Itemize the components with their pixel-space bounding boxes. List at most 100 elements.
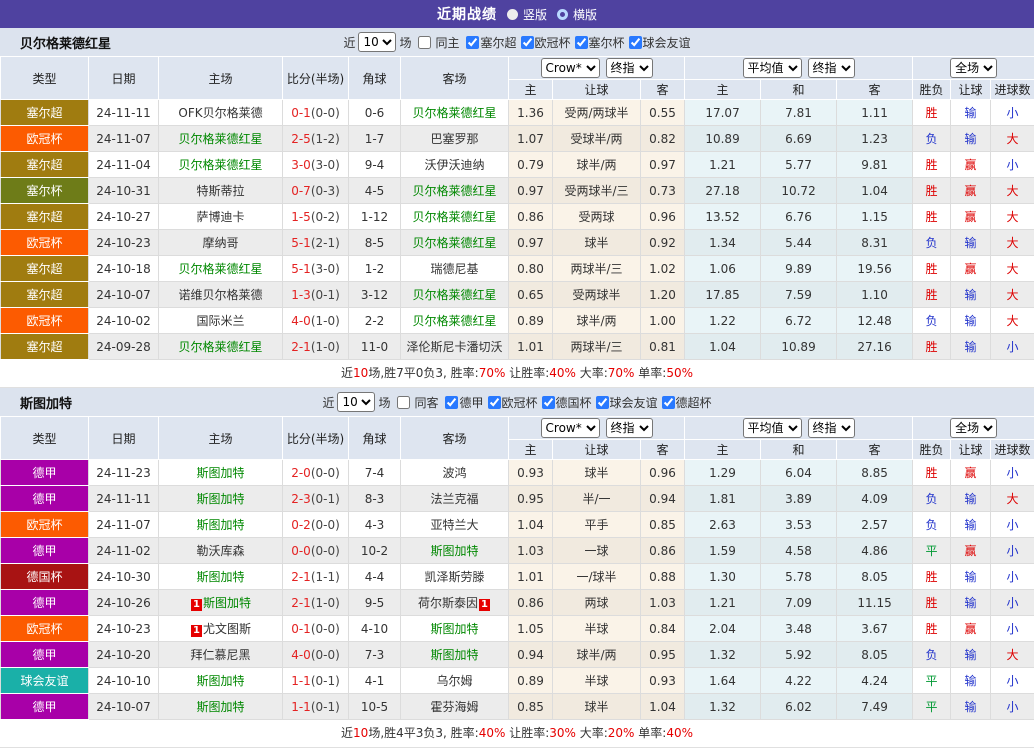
section1-filter-row: 贝尔格莱德红星 近 10 场 同主 塞尔超欧冠杯塞尔杯球会友谊 [0, 28, 1034, 56]
odds-stage-select[interactable]: 终指 [606, 418, 653, 438]
league-filter[interactable]: 欧冠杯 [484, 394, 538, 411]
league-filter[interactable]: 德超杯 [658, 394, 712, 411]
home-team-name: 拜仁慕尼黑 [190, 648, 250, 662]
odds-handicap: 平手 [553, 512, 641, 538]
match-date: 24-10-07 [89, 694, 159, 720]
odds-stage-select[interactable]: 终指 [606, 58, 653, 78]
match-date: 24-11-11 [89, 486, 159, 512]
odds-home: 0.80 [509, 256, 553, 282]
league-checkbox[interactable] [662, 396, 675, 409]
radio-selected-icon[interactable] [507, 9, 518, 20]
result-winlose: 胜 [913, 590, 951, 616]
league-badge: 德甲 [1, 538, 89, 564]
odds-handicap: 球半 [553, 460, 641, 486]
avg-draw: 5.92 [761, 642, 837, 668]
league-filter[interactable]: 欧冠杯 [517, 34, 571, 51]
result-handicap: 输 [951, 334, 991, 360]
halftime-score: (0-0) [311, 466, 340, 480]
radio-unselected-icon[interactable] [557, 9, 568, 20]
league-filter[interactable]: 球会友谊 [625, 34, 691, 51]
avg-home: 1.32 [685, 642, 761, 668]
games-label: 场 [378, 394, 390, 411]
league-filter[interactable]: 塞尔超 [462, 34, 516, 51]
fulltime-score: 0-7 [291, 184, 311, 198]
league-checkbox[interactable] [521, 36, 534, 49]
avg-stage-select[interactable]: 终指 [808, 418, 855, 438]
league-checkbox[interactable] [542, 396, 555, 409]
away-team: 瑞德尼基 [401, 256, 509, 282]
league-filter[interactable]: 塞尔杯 [571, 34, 625, 51]
match-date: 24-11-02 [89, 538, 159, 564]
result-goals: 大 [991, 486, 1034, 512]
bookmaker-select[interactable]: Crow* [541, 58, 600, 78]
subcol-handicap-result: 让球 [951, 80, 991, 100]
league-checkbox[interactable] [466, 36, 479, 49]
league-checkbox[interactable] [488, 396, 501, 409]
result-goals: 小 [991, 616, 1034, 642]
odds-home: 0.93 [509, 460, 553, 486]
corner-count: 11-0 [349, 334, 401, 360]
league-filter[interactable]: 球会友谊 [592, 394, 658, 411]
avg-stage-select[interactable]: 终指 [808, 58, 855, 78]
score-cell: 4-0(0-0) [283, 642, 349, 668]
league-badge: 德甲 [1, 642, 89, 668]
match-date: 24-11-07 [89, 512, 159, 538]
avg-draw: 4.22 [761, 668, 837, 694]
scope-select[interactable]: 全场 [950, 418, 997, 438]
league-checkbox[interactable] [629, 36, 642, 49]
corner-count: 7-4 [349, 460, 401, 486]
league-checkbox[interactable] [596, 396, 609, 409]
bookmaker-select[interactable]: Crow* [541, 418, 600, 438]
scope-select[interactable]: 全场 [950, 58, 997, 78]
match-date: 24-10-31 [89, 178, 159, 204]
match-date: 24-11-23 [89, 460, 159, 486]
result-handicap: 输 [951, 486, 991, 512]
odds-away: 0.81 [641, 334, 685, 360]
corner-count: 0-6 [349, 100, 401, 126]
odds-handicap: 球半/两 [553, 642, 641, 668]
recent-count-select[interactable]: 10 [358, 32, 396, 52]
home-team: 贝尔格莱德红星 [159, 334, 283, 360]
away-team: 斯图加特 [401, 616, 509, 642]
league-badge: 德甲 [1, 460, 89, 486]
away-team-name: 法兰克福 [430, 492, 478, 506]
radio-vertical-layout[interactable]: 竖版 [507, 6, 547, 23]
recent-count-select[interactable]: 10 [337, 392, 375, 412]
same-away-checkbox[interactable] [397, 396, 410, 409]
subcol-avg-away: 客 [837, 440, 913, 460]
subcol-handicap: 让球 [553, 80, 641, 100]
league-badge: 塞尔超 [1, 256, 89, 282]
away-team: 贝尔格莱德红星 [401, 230, 509, 256]
avg-home: 17.85 [685, 282, 761, 308]
league-label: 德甲 [459, 394, 483, 411]
league-filter[interactable]: 德甲 [441, 394, 483, 411]
same-home-checkbox[interactable] [418, 36, 431, 49]
fulltime-score: 5-1 [291, 236, 311, 250]
fulltime-score: 2-1 [291, 596, 311, 610]
score-cell: 2-0(0-0) [283, 460, 349, 486]
table-row: 德甲 24-11-02 勒沃库森 0-0(0-0) 10-2 斯图加特 1.03… [1, 538, 1034, 564]
col-score: 比分(半场) [283, 57, 349, 100]
avg-draw: 6.76 [761, 204, 837, 230]
col-corner: 角球 [349, 417, 401, 460]
league-checkbox[interactable] [445, 396, 458, 409]
radio-horizontal-layout[interactable]: 横版 [557, 6, 597, 23]
away-team-name: 霍芬海姆 [430, 700, 478, 714]
corner-count: 9-5 [349, 590, 401, 616]
league-checkbox[interactable] [575, 36, 588, 49]
away-team: 斯图加特 [401, 538, 509, 564]
avg-home: 1.29 [685, 460, 761, 486]
result-winlose: 胜 [913, 152, 951, 178]
subcol-odds-home: 主 [509, 440, 553, 460]
home-team: 1尤文图斯 [159, 616, 283, 642]
average-select[interactable]: 平均值 [743, 418, 802, 438]
league-filter[interactable]: 德国杯 [538, 394, 592, 411]
odds-away: 0.55 [641, 100, 685, 126]
home-team-name: 斯图加特 [196, 466, 244, 480]
col-away: 客场 [401, 57, 509, 100]
corner-count: 8-3 [349, 486, 401, 512]
avg-home: 1.06 [685, 256, 761, 282]
average-select[interactable]: 平均值 [743, 58, 802, 78]
fulltime-score: 4-0 [291, 314, 311, 328]
fulltime-score: 1-1 [291, 674, 311, 688]
